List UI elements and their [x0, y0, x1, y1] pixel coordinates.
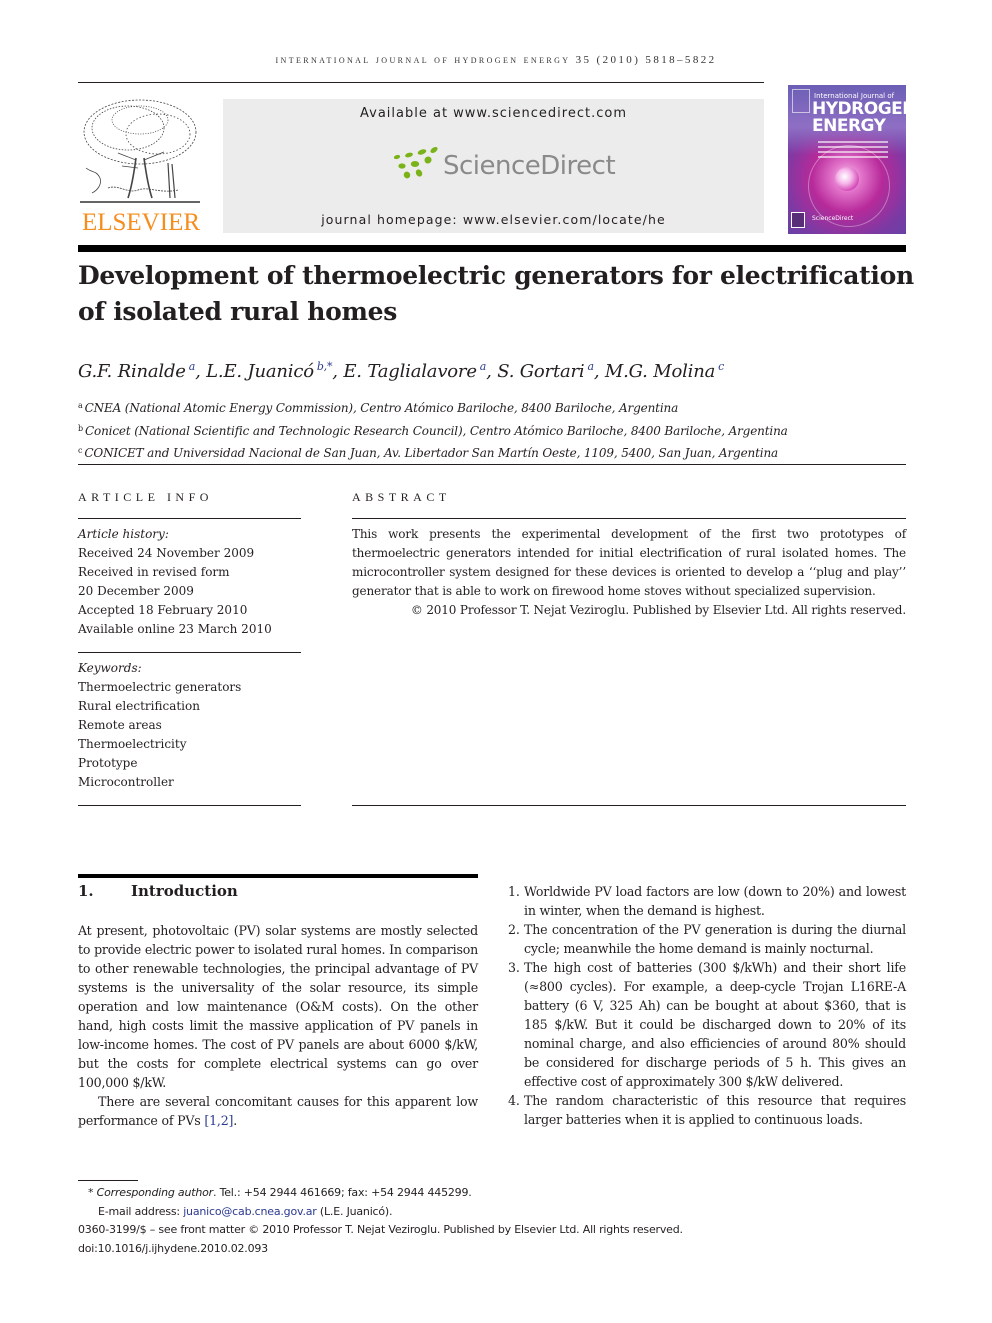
keyword: Rural electrification — [78, 699, 200, 713]
divider — [78, 652, 301, 653]
elsevier-emblem-icon — [792, 89, 810, 113]
author[interactable]: G.F. Rinalde a — [78, 360, 196, 382]
history-item: 20 December 2009 — [78, 584, 194, 598]
sciencedirect-dots-icon — [393, 146, 438, 179]
elsevier-wordmark: ELSEVIER — [81, 209, 201, 236]
affiliations: a CNEA (National Atomic Energy Commission… — [78, 396, 918, 464]
email-link[interactable]: juanico@cab.cnea.gov.ar — [183, 1205, 317, 1218]
cover-title-line3: ENERGY — [812, 116, 886, 136]
keywords-label: Keywords: — [78, 661, 142, 675]
journal-cover-thumbnail[interactable]: International Journal of HYDROGEN ENERGY… — [788, 85, 906, 234]
divider — [352, 518, 906, 519]
divider — [352, 805, 906, 806]
author[interactable]: L.E. Juanicó b,* — [206, 360, 333, 382]
divider — [78, 518, 301, 519]
elsevier-tree-icon — [80, 99, 200, 203]
author-affiliation-ref[interactable]: a — [587, 360, 594, 373]
affiliation: c CONICET and Universidad Nacional de San… — [78, 446, 779, 460]
header-thick-rule — [78, 245, 906, 252]
affiliation: a CNEA (National Atomic Energy Commission… — [78, 401, 679, 415]
doi[interactable]: doi:10.1016/j.ijhydene.2010.02.093 — [78, 1240, 918, 1259]
cover-orb-graphic — [835, 167, 859, 191]
journal-homepage-link[interactable]: journal homepage: www.elsevier.com/locat… — [223, 212, 764, 227]
divider — [78, 464, 906, 465]
keyword: Thermoelectricity — [78, 737, 187, 751]
article-title: Development of thermoelectric generators… — [78, 261, 914, 326]
sciencedirect-banner: Available at www.sciencedirect.com Scien… — [223, 99, 764, 233]
keyword: Remote areas — [78, 718, 162, 732]
footnote-rule — [78, 1180, 138, 1181]
abstract: This work presents the experimental deve… — [352, 525, 906, 620]
author-affiliation-ref[interactable]: b,* — [317, 360, 333, 373]
history-item: Received 24 November 2009 — [78, 546, 255, 560]
history-item: Available online 23 March 2010 — [78, 622, 272, 636]
keyword: Microcontroller — [78, 775, 174, 789]
email-note: E-mail address: juanico@cab.cnea.gov.ar … — [98, 1204, 393, 1218]
causes-list: 1. Worldwide PV load factors are low (dow… — [502, 882, 906, 1129]
author-affiliation-ref[interactable]: a — [189, 360, 196, 373]
available-at-link[interactable]: Available at www.sciencedirect.com — [223, 106, 764, 121]
introduction-left-column: At present, photovoltaic (PV) solar syst… — [78, 921, 478, 1130]
author[interactable]: E. Taglialavore a — [343, 360, 487, 382]
author-list: G.F. Rinalde a, L.E. Juanicó b,*, E. Tagli… — [78, 360, 725, 382]
divider — [78, 805, 301, 806]
front-matter-note: 0360-3199/$ – see front matter © 2010 Pr… — [78, 1223, 683, 1236]
section-heading-introduction: 1. Introduction — [78, 882, 238, 900]
article-history: Article history: Received 24 November 20… — [78, 525, 303, 639]
list-item: 4. The random characteristic of this reso… — [508, 1093, 906, 1127]
history-item: Accepted 18 February 2010 — [78, 603, 248, 617]
author-affiliation-ref[interactable]: a — [480, 360, 487, 373]
author[interactable]: S. Gortari a — [497, 360, 594, 382]
history-item: Received in revised form — [78, 565, 230, 579]
cover-sciencedirect-label: ScienceDirect — [812, 215, 854, 222]
section-title: Introduction — [131, 882, 238, 900]
abstract-text: This work presents the experimental deve… — [352, 527, 906, 598]
citation-link[interactable]: [1,2] — [204, 1113, 233, 1128]
author[interactable]: M.G. Molina c — [605, 360, 724, 382]
list-item: 1. Worldwide PV load factors are low (dow… — [508, 884, 906, 918]
paragraph: There are several concomitant causes for… — [78, 1094, 478, 1128]
top-rule — [78, 82, 764, 83]
section-rule — [78, 874, 478, 878]
hydrogen-association-badge-icon — [791, 212, 805, 228]
keywords: Keywords: Thermoelectric generators Rura… — [78, 659, 303, 792]
elsevier-logo[interactable]: ELSEVIER — [78, 98, 204, 236]
article-info-heading: ARTICLE INFO — [78, 490, 213, 504]
keyword: Thermoelectric generators — [78, 680, 242, 694]
affiliation: b Conicet (National Scientific and Techno… — [78, 423, 788, 438]
author-affiliation-ref[interactable]: c — [718, 360, 724, 373]
footnotes: * Corresponding author. Tel.: +54 2944 4… — [78, 1184, 918, 1258]
section-number: 1. — [78, 882, 94, 900]
abstract-heading: ABSTRACT — [352, 490, 451, 504]
corresponding-author-note: * Corresponding author. Tel.: +54 2944 4… — [88, 1186, 472, 1199]
list-item: 3. The high cost of batteries (300 $/kWh)… — [508, 960, 906, 1089]
paragraph: At present, photovoltaic (PV) solar syst… — [78, 923, 478, 1090]
keyword: Prototype — [78, 756, 138, 770]
sciencedirect-logo[interactable]: ScienceDirect — [389, 146, 616, 191]
running-head: International Journal of Hydrogen Energy… — [275, 54, 717, 66]
introduction-right-column: 1. Worldwide PV load factors are low (dow… — [502, 882, 906, 1129]
abstract-copyright: © 2010 Professor T. Nejat Veziroglu. Pub… — [410, 603, 906, 617]
list-item: 2. The concentration of the PV generation… — [508, 922, 906, 956]
sciencedirect-logo-text: ScienceDirect — [443, 151, 616, 181]
article-history-label: Article history: — [78, 527, 169, 541]
